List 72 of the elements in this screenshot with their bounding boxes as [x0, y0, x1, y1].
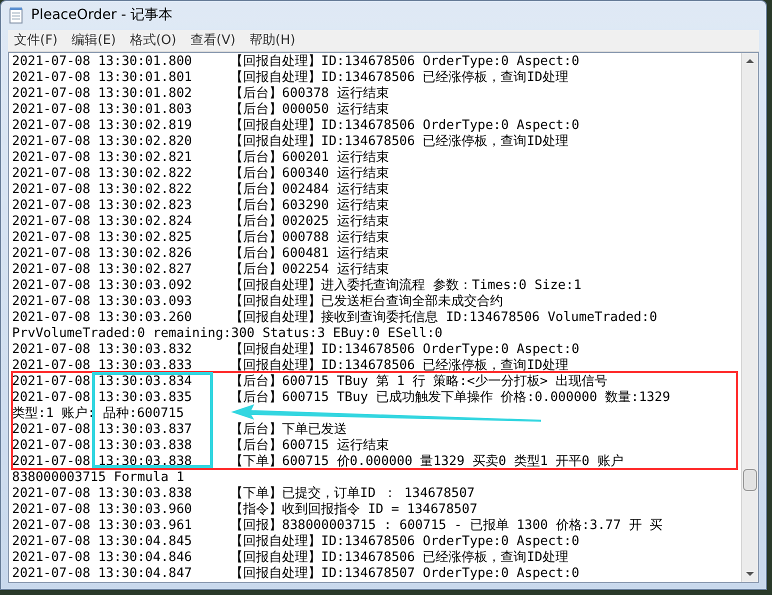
- log-timestamp: 2021-07-08 13:30:01.801: [12, 70, 194, 86]
- log-message: 【回报自处理】进入委托查询流程 参数：Times:0 Size:1: [230, 278, 582, 294]
- log-message: 【后台】600201 运行结束: [230, 150, 389, 166]
- log-message: 【回报自处理】接收到查询委托信息 ID:134678506 VolumeTraded:0: [230, 310, 658, 326]
- log-message: 【后台】000788 运行结束: [230, 230, 389, 246]
- log-timestamp: 2021-07-08 13:30:01.803: [12, 102, 194, 118]
- log-message: 【回报自处理】已发送柜台查询全部未成交合约: [230, 294, 503, 310]
- log-timestamp: 2021-07-08 13:30:03.835: [12, 390, 194, 406]
- log-timestamp: 2021-07-08 13:30:02.820: [12, 134, 194, 150]
- log-message: 【回报自处理】ID:134678506 已经涨停板，查询ID处理: [230, 70, 568, 86]
- log-message: 【下单】已提交，订单ID ： 134678507: [230, 486, 475, 502]
- log-message: 【后台】002025 运行结束: [230, 214, 389, 230]
- log-timestamp: 2021-07-08 13:30:03.092: [12, 278, 194, 294]
- log-timestamp: 2021-07-08 13:30:04.847: [12, 566, 194, 582]
- menu-item[interactable]: 编辑(E): [72, 30, 116, 50]
- log-message: 【后台】600715 TBuy 已成功触发下单操作 价格:0.000000 数量:1329: [230, 390, 670, 406]
- log-message: 【后台】600715 TBuy 第 1 行 策略:<少一分打板> 出现信号: [230, 374, 608, 390]
- log-message: 【指令】收到回报指令 ID = 134678507: [230, 502, 478, 518]
- log-timestamp: 2021-07-08 13:30:02.821: [12, 150, 194, 166]
- log-message: 838000003715 Formula 1: [12, 470, 184, 486]
- log-timestamp: 2021-07-08 13:30:03.093: [12, 294, 194, 310]
- log-timestamp: 2021-07-08 13:30:02.827: [12, 262, 194, 278]
- log-timestamp: 2021-07-08 13:30:03.960: [12, 502, 194, 518]
- log-timestamp: 2021-07-08 13:30:02.824: [12, 214, 194, 230]
- log-message: 【回报自处理】ID:134678506 已经涨停板，查询ID处理: [230, 550, 568, 566]
- log-timestamp: 2021-07-08 13:30:03.961: [12, 518, 194, 534]
- log-message: 【后台】600378 运行结束: [230, 86, 389, 102]
- log-message: 【回报自处理】ID:134678506 OrderType:0 Aspect:0: [230, 534, 580, 550]
- log-timestamp: 2021-07-08 13:30:01.800: [12, 54, 194, 70]
- log-message: 【后台】600715 运行结束: [230, 438, 389, 454]
- log-message: 【回报自处理】ID:134678506 已经涨停板，查询ID处理: [230, 134, 568, 150]
- log-timestamp: 2021-07-08 13:30:02.822: [12, 166, 194, 182]
- log-message: 【下单】600715 价0.000000 量1329 买卖0 类型1 开平0 账户: [230, 454, 624, 470]
- log-message: 【后台】下单已发送: [230, 422, 347, 438]
- log-timestamp: 2021-07-08 13:30:03.833: [12, 358, 194, 374]
- scrollbar[interactable]: [741, 53, 758, 582]
- log-message: 类型:1 账户: 品种:600715: [12, 406, 184, 422]
- menu-item[interactable]: 帮助(H): [249, 30, 296, 50]
- log-timestamp: 2021-07-08 13:30:03.260: [12, 310, 194, 326]
- log-message: 【后台】002254 运行结束: [230, 262, 389, 278]
- log-message: 【回报自处理】ID:134678507 OrderType:0 Aspect:0: [230, 566, 580, 582]
- log-message: 【回报自处理】ID:134678506 OrderType:0 Aspect:0: [230, 54, 580, 70]
- log-timestamp: 2021-07-08 13:30:02.823: [12, 198, 194, 214]
- log-timestamp: 2021-07-08 13:30:03.838: [12, 438, 194, 454]
- log-timestamp: 2021-07-08 13:30:02.825: [12, 230, 194, 246]
- log-timestamp: 2021-07-08 13:30:03.837: [12, 422, 194, 438]
- scrollbar-thumb[interactable]: [743, 469, 757, 491]
- log-timestamp: 2021-07-08 13:30:03.832: [12, 342, 194, 358]
- log-message: 【回报自处理】ID:134678506 OrderType:0 Aspect:0: [230, 342, 580, 358]
- log-message: 【后台】600340 运行结束: [230, 166, 389, 182]
- log-message: 【回报自处理】ID:134678506 OrderType:0 Aspect:0: [230, 118, 580, 134]
- menu-item[interactable]: 格式(O): [130, 30, 176, 50]
- log-timestamp: 2021-07-08 13:30:03.834: [12, 374, 194, 390]
- log-timestamp: 2021-07-08 13:30:02.826: [12, 246, 194, 262]
- log-timestamp: 2021-07-08 13:30:04.846: [12, 550, 194, 566]
- log-message: 【后台】002484 运行结束: [230, 182, 389, 198]
- log-message: 【回报】838000003715 : 600715 - 已报单 1300 价格:3.77 开 买: [230, 518, 663, 534]
- log-message: 【后台】603290 运行结束: [230, 198, 389, 214]
- log-timestamp: 2021-07-08 13:30:04.845: [12, 534, 194, 550]
- log-timestamp: 2021-07-08 13:30:03.838: [12, 454, 194, 470]
- log-timestamp: 2021-07-08 13:30:03.838: [12, 486, 194, 502]
- log-timestamp: 2021-07-08 13:30:02.819: [12, 118, 194, 134]
- window-title: PleaceOrder - 记事本: [31, 6, 173, 25]
- menu-item[interactable]: 文件(F): [14, 30, 58, 50]
- log-message: PrvVolumeTraded:0 remaining:300 Status:3 EBuy:0 ESell:0: [12, 326, 442, 342]
- log-timestamp: 2021-07-08 13:30:01.802: [12, 86, 194, 102]
- log-timestamp: 2021-07-08 13:30:02.822: [12, 182, 194, 198]
- log-message: 【回报自处理】ID:134678506 已经涨停板，查询ID处理: [230, 358, 568, 374]
- notepad-icon: [9, 7, 23, 24]
- menu-item[interactable]: 查看(V): [190, 30, 236, 50]
- log-message: 【后台】600481 运行结束: [230, 246, 389, 262]
- log-message: 【后台】000050 运行结束: [230, 102, 389, 118]
